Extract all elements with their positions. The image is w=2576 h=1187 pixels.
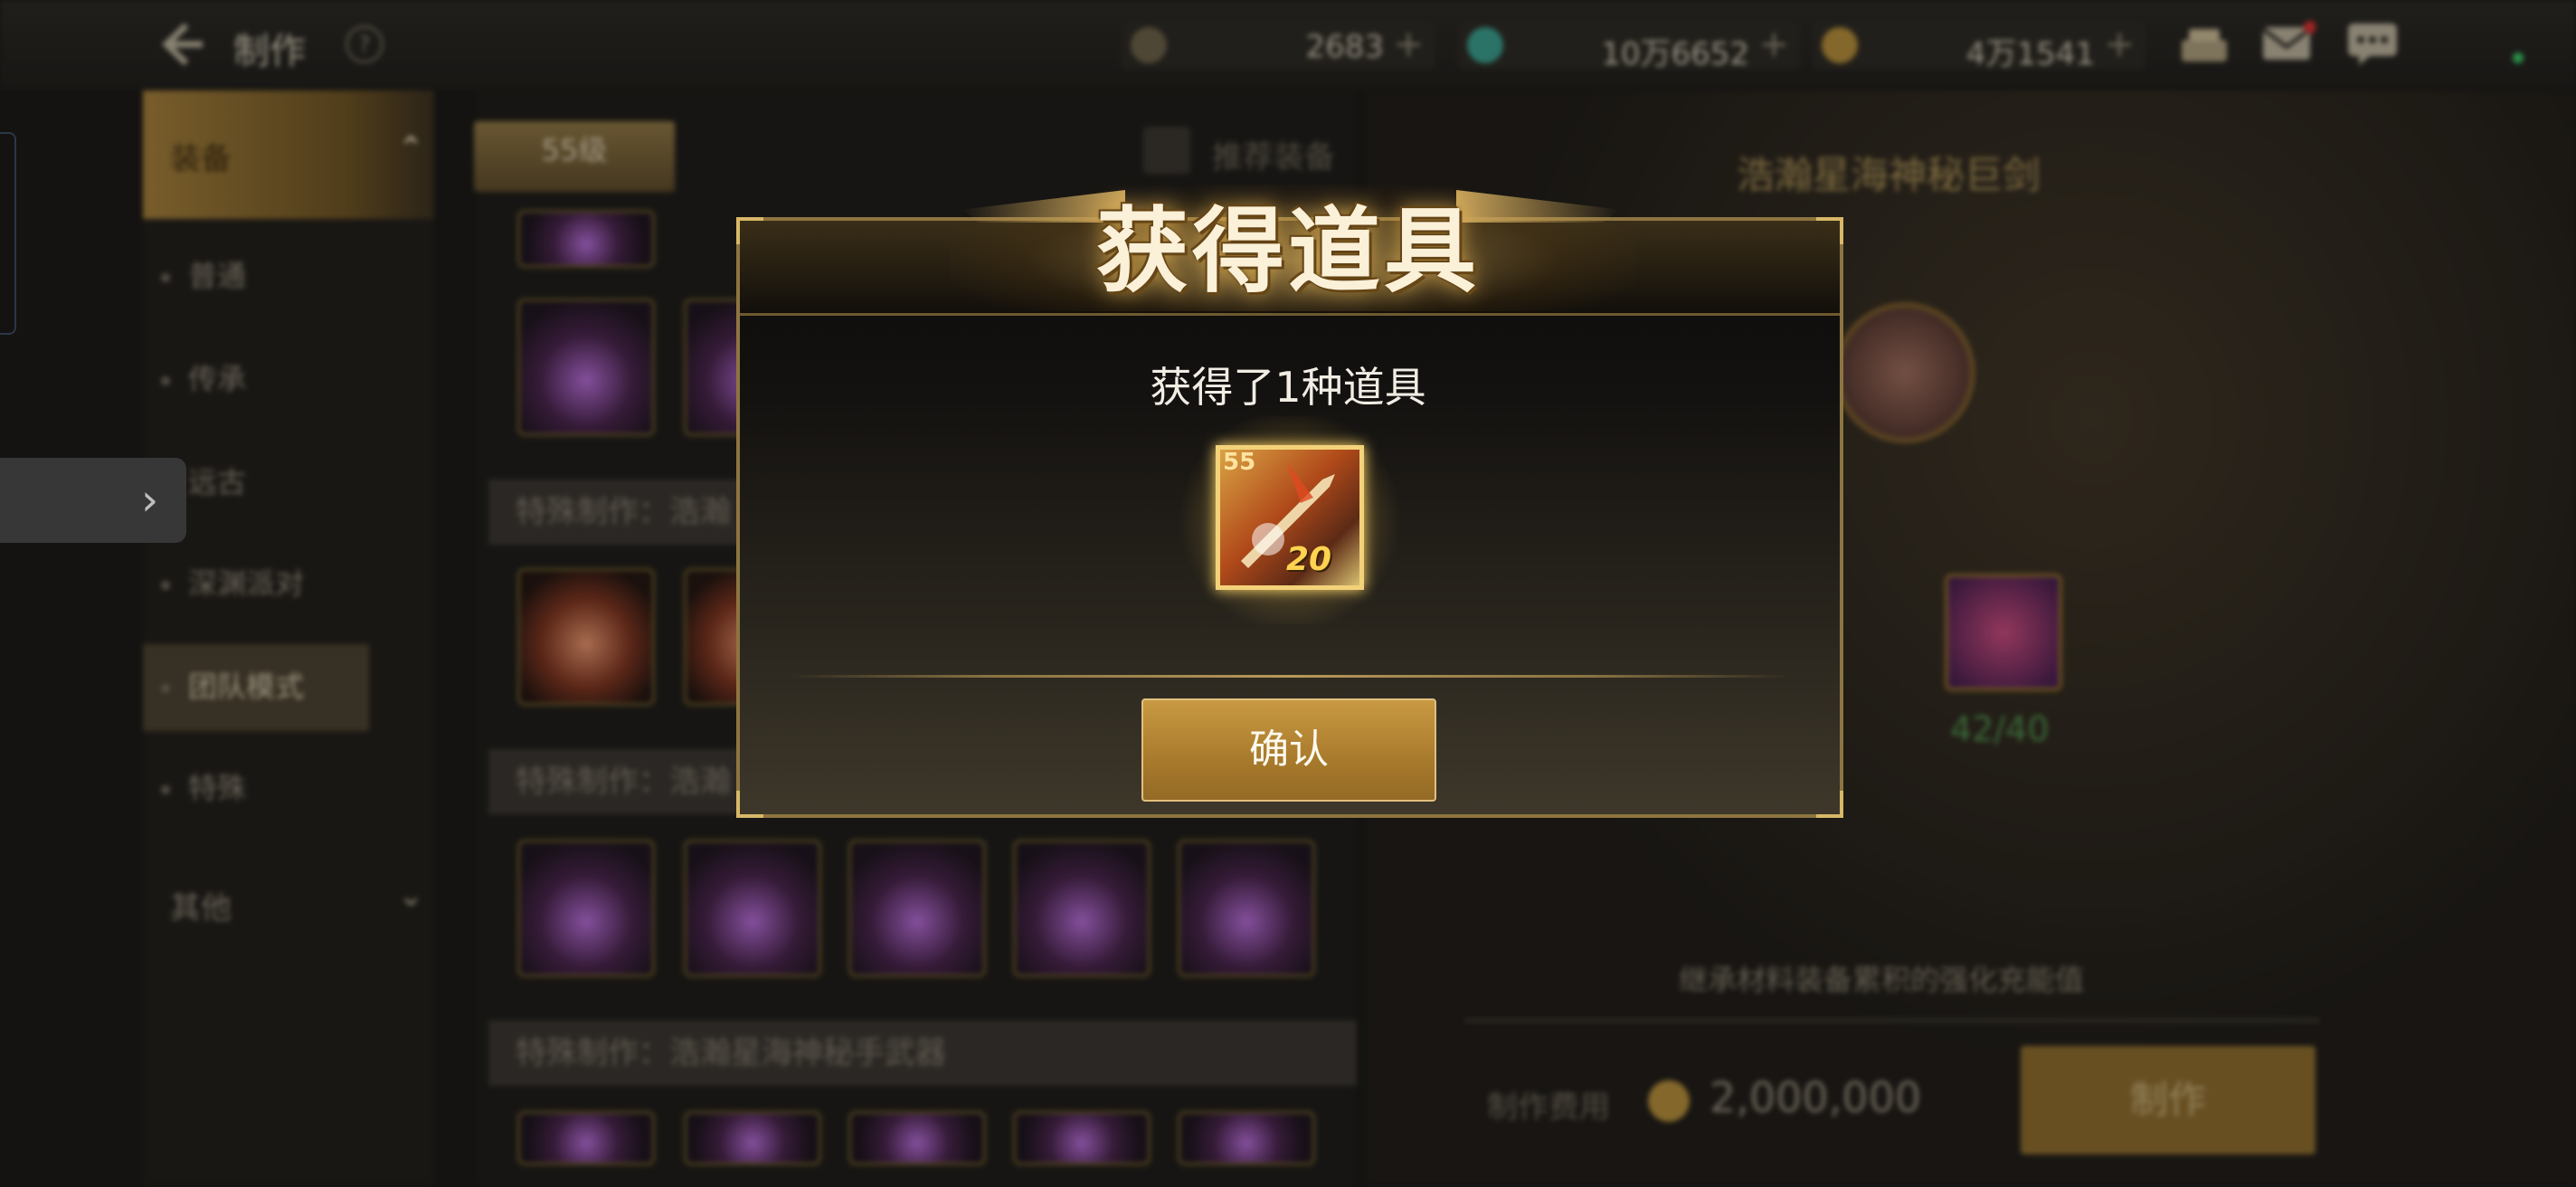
frame-corner — [1816, 217, 1843, 244]
frame-corner — [736, 791, 763, 818]
modal-title: 获得道具 — [1096, 197, 1480, 306]
frame-corner — [1816, 791, 1843, 818]
modal-subtitle: 获得了1种道具 — [1150, 363, 1426, 412]
confirm-button[interactable]: 确认 — [1141, 698, 1436, 802]
reward-level: 55 — [1223, 449, 1256, 476]
modal-divider — [791, 675, 1789, 678]
reward-count: 20 — [1286, 541, 1332, 578]
frame-corner — [736, 217, 763, 244]
